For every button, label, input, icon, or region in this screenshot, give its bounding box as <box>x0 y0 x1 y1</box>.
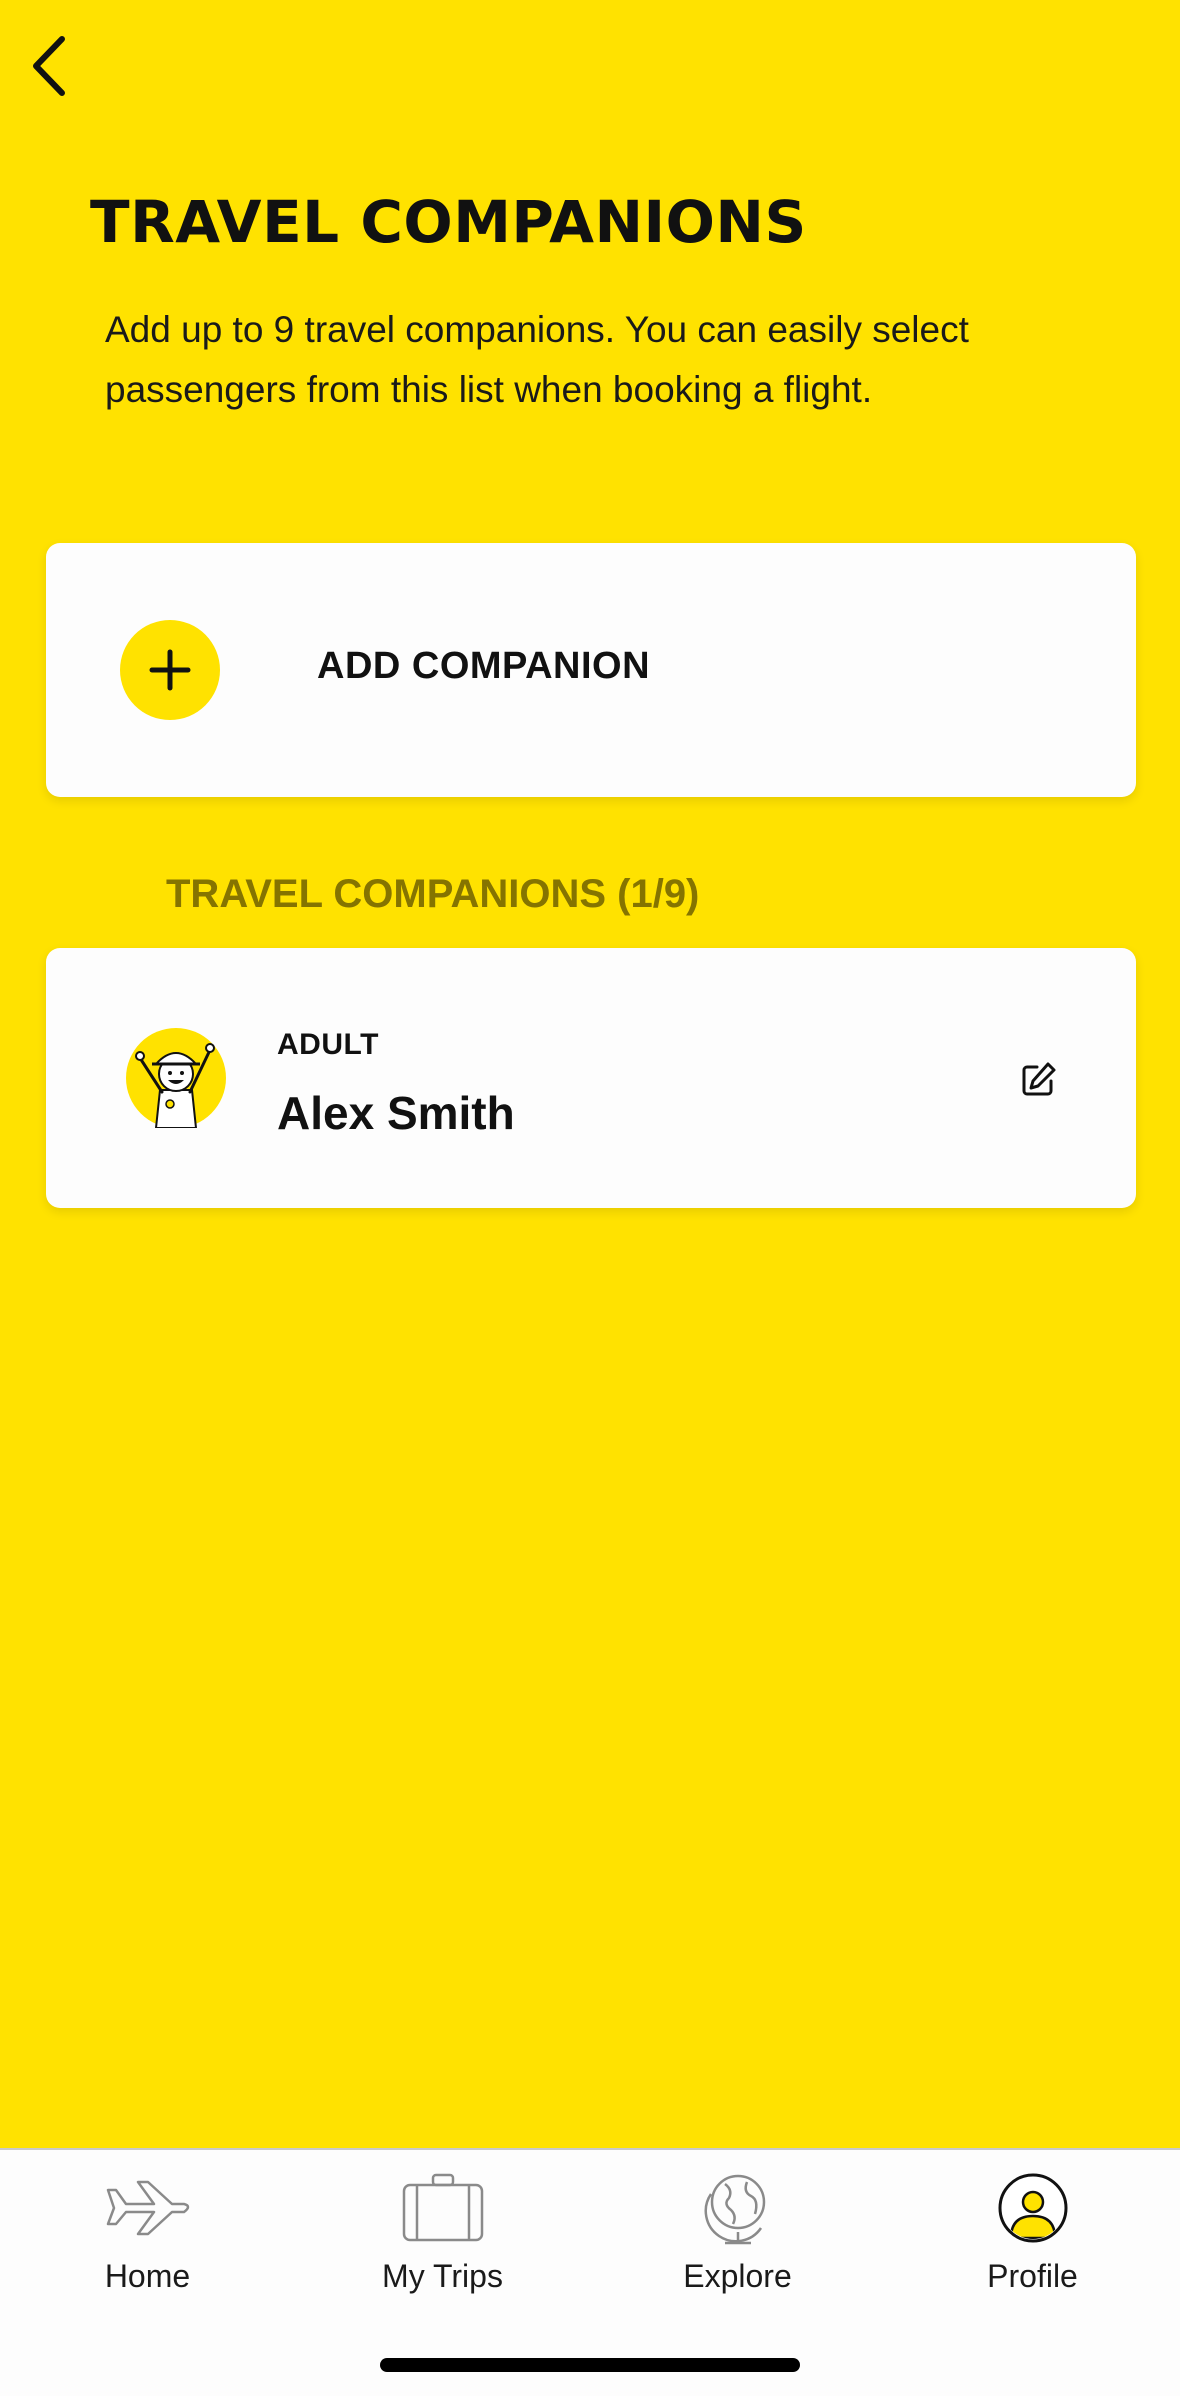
tab-my-trips-label: My Trips <box>382 2258 503 2294</box>
airplane-icon <box>106 2180 189 2236</box>
companions-section-title: TRAVEL COMPANIONS (1/9) <box>166 872 700 916</box>
tab-explore[interactable]: Explore <box>590 2150 885 2300</box>
home-indicator <box>380 2358 800 2372</box>
plus-circle <box>120 620 220 720</box>
edit-companion-button[interactable] <box>1014 1054 1064 1104</box>
add-companion-label: ADD COMPANION <box>317 645 651 687</box>
globe-icon <box>704 2174 765 2245</box>
tab-explore-label: Explore <box>683 2258 792 2294</box>
suitcase-icon <box>402 2173 483 2242</box>
page-title: TRAVEL COMPANIONS <box>90 188 807 256</box>
tab-profile-label: Profile <box>987 2258 1078 2294</box>
explorer-avatar <box>126 1028 226 1129</box>
companion-card[interactable]: ADULT Alex Smith <box>46 948 1136 1208</box>
companion-type: ADULT <box>277 1028 379 1061</box>
plus-icon <box>149 649 191 691</box>
companion-name: Alex Smith <box>277 1087 515 1139</box>
profile-icon <box>998 2173 1067 2243</box>
back-button[interactable] <box>18 30 78 102</box>
tab-my-trips[interactable]: My Trips <box>295 2150 590 2300</box>
page-description: Add up to 9 travel companions. You can e… <box>105 309 969 410</box>
tab-home-label: Home <box>104 2258 191 2294</box>
tab-profile[interactable]: Profile <box>885 2150 1180 2300</box>
edit-icon <box>1022 1062 1056 1096</box>
add-companion-button[interactable]: ADD COMPANION <box>46 543 1136 797</box>
tab-home[interactable]: Home <box>0 2150 295 2300</box>
chevron-left-icon <box>33 36 65 96</box>
